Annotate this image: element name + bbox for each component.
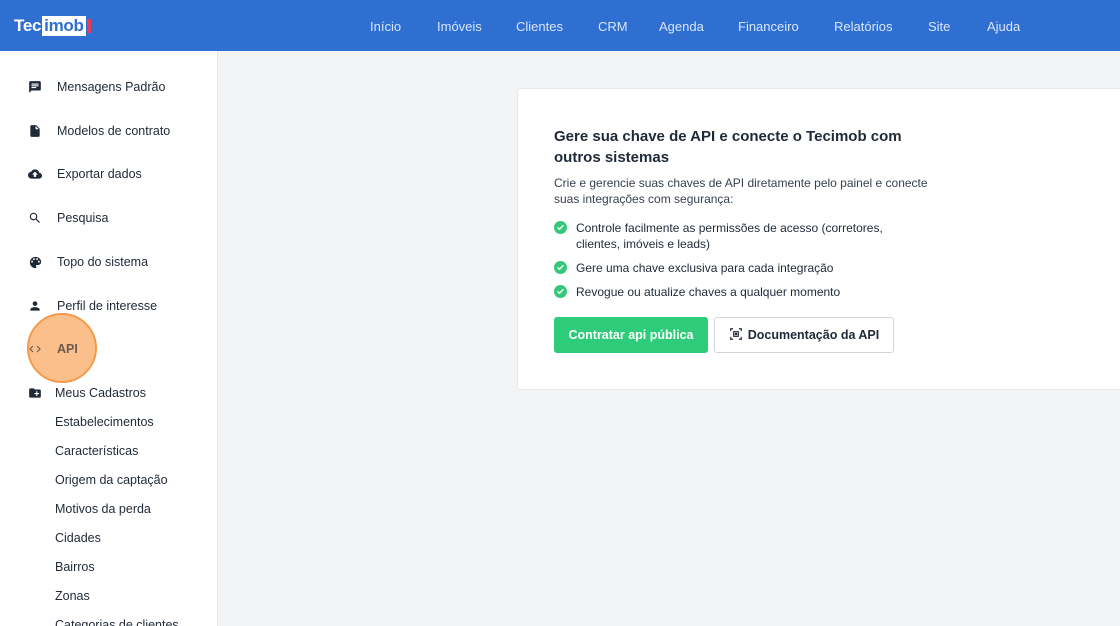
sidebar-item-topo-sistema[interactable]: Topo do sistema xyxy=(0,250,217,274)
sidebar-item-mensagens-padrao[interactable]: Mensagens Padrão xyxy=(0,75,217,99)
sidebar-subitem[interactable]: Zonas xyxy=(55,589,90,603)
settings-sidebar: Mensagens Padrão Modelos de contrato Exp… xyxy=(0,51,218,626)
logo-text-imob: imob xyxy=(42,16,86,36)
sidebar-subitem[interactable]: Origem da captação xyxy=(55,473,168,487)
sidebar-group-label: Meus Cadastros xyxy=(55,386,147,400)
sidebar-item-exportar-dados[interactable]: Exportar dados xyxy=(0,162,217,186)
nav-clientes[interactable]: Clientes xyxy=(516,19,563,34)
check-icon xyxy=(554,221,567,234)
nav-agenda[interactable]: Agenda xyxy=(659,19,704,34)
sidebar-item-label: Mensagens Padrão xyxy=(57,80,166,94)
sidebar-subitem[interactable]: Bairros xyxy=(55,560,95,574)
card-description: Crie e gerencie suas chaves de API diret… xyxy=(554,176,928,206)
nav-ajuda[interactable]: Ajuda xyxy=(987,19,1020,34)
document-icon xyxy=(27,123,43,139)
documentacao-api-button[interactable]: Documentação da API xyxy=(714,317,894,353)
feature-item: Controle facilmente as permissões de ace… xyxy=(554,220,916,252)
logo-mark xyxy=(86,19,91,33)
contratar-api-button[interactable]: Contratar api pública xyxy=(554,317,708,353)
feature-item: Gere uma chave exclusiva para cada integ… xyxy=(554,260,916,276)
nav-crm[interactable]: CRM xyxy=(598,19,628,34)
cloud-upload-icon xyxy=(27,166,43,182)
nav-site[interactable]: Site xyxy=(928,19,950,34)
sidebar-item-label: Perfil de interesse xyxy=(57,299,158,313)
sidebar-item-label: API xyxy=(57,342,78,356)
person-icon xyxy=(27,298,43,314)
feature-text: Gere uma chave exclusiva para cada integ… xyxy=(576,261,834,275)
sidebar-subitem[interactable]: Cidades xyxy=(55,531,101,545)
check-icon xyxy=(554,285,567,298)
sidebar-item-perfil-interesse[interactable]: Perfil de interesse xyxy=(0,294,217,318)
folder-add-icon xyxy=(27,385,43,401)
code-icon xyxy=(27,341,43,357)
sidebar-subitem[interactable]: Características xyxy=(55,444,138,458)
card-title: Gere sua chave de API e conecte o Tecimo… xyxy=(554,128,902,166)
nav-relatorios[interactable]: Relatórios xyxy=(834,19,893,34)
sidebar-subitem[interactable]: Categorias de clientes xyxy=(55,618,179,626)
feature-text: Revogue ou atualize chaves a qualquer mo… xyxy=(576,285,841,299)
sidebar-item-label: Exportar dados xyxy=(57,167,142,181)
logo-text-tec: Tec xyxy=(14,16,42,35)
sidebar-item-api[interactable]: API xyxy=(0,337,217,361)
document-scan-icon xyxy=(729,327,743,344)
sidebar-item-label: Pesquisa xyxy=(57,211,109,225)
tecimob-logo[interactable]: Tec imob xyxy=(14,16,91,36)
search-icon xyxy=(27,210,43,226)
palette-icon xyxy=(27,254,43,270)
sidebar-item-label: Topo do sistema xyxy=(57,255,149,269)
sidebar-item-label: Modelos de contrato xyxy=(57,124,171,138)
feature-text: Controle facilmente as permissões de ace… xyxy=(576,221,883,251)
message-icon xyxy=(27,79,43,95)
documentacao-api-label: Documentação da API xyxy=(747,328,880,342)
nav-inicio[interactable]: Início xyxy=(370,19,401,34)
nav-imoveis[interactable]: Imóveis xyxy=(437,19,482,34)
sidebar-subitem[interactable]: Estabelecimentos xyxy=(55,415,154,429)
feature-item: Revogue ou atualize chaves a qualquer mo… xyxy=(554,284,916,300)
nav-financeiro[interactable]: Financeiro xyxy=(738,19,799,34)
sidebar-subitem[interactable]: Motivos da perda xyxy=(55,502,151,516)
check-icon xyxy=(554,261,567,274)
api-promo-card: Gere sua chave de API e conecte o Tecimo… xyxy=(517,88,1120,390)
top-navbar: Tec imob Início Imóveis Clientes CRM Age… xyxy=(0,0,1120,51)
sidebar-group-meus-cadastros[interactable]: Meus Cadastros xyxy=(0,381,217,405)
sidebar-item-pesquisa[interactable]: Pesquisa xyxy=(0,206,217,230)
sidebar-item-modelos-contrato[interactable]: Modelos de contrato xyxy=(0,119,217,143)
